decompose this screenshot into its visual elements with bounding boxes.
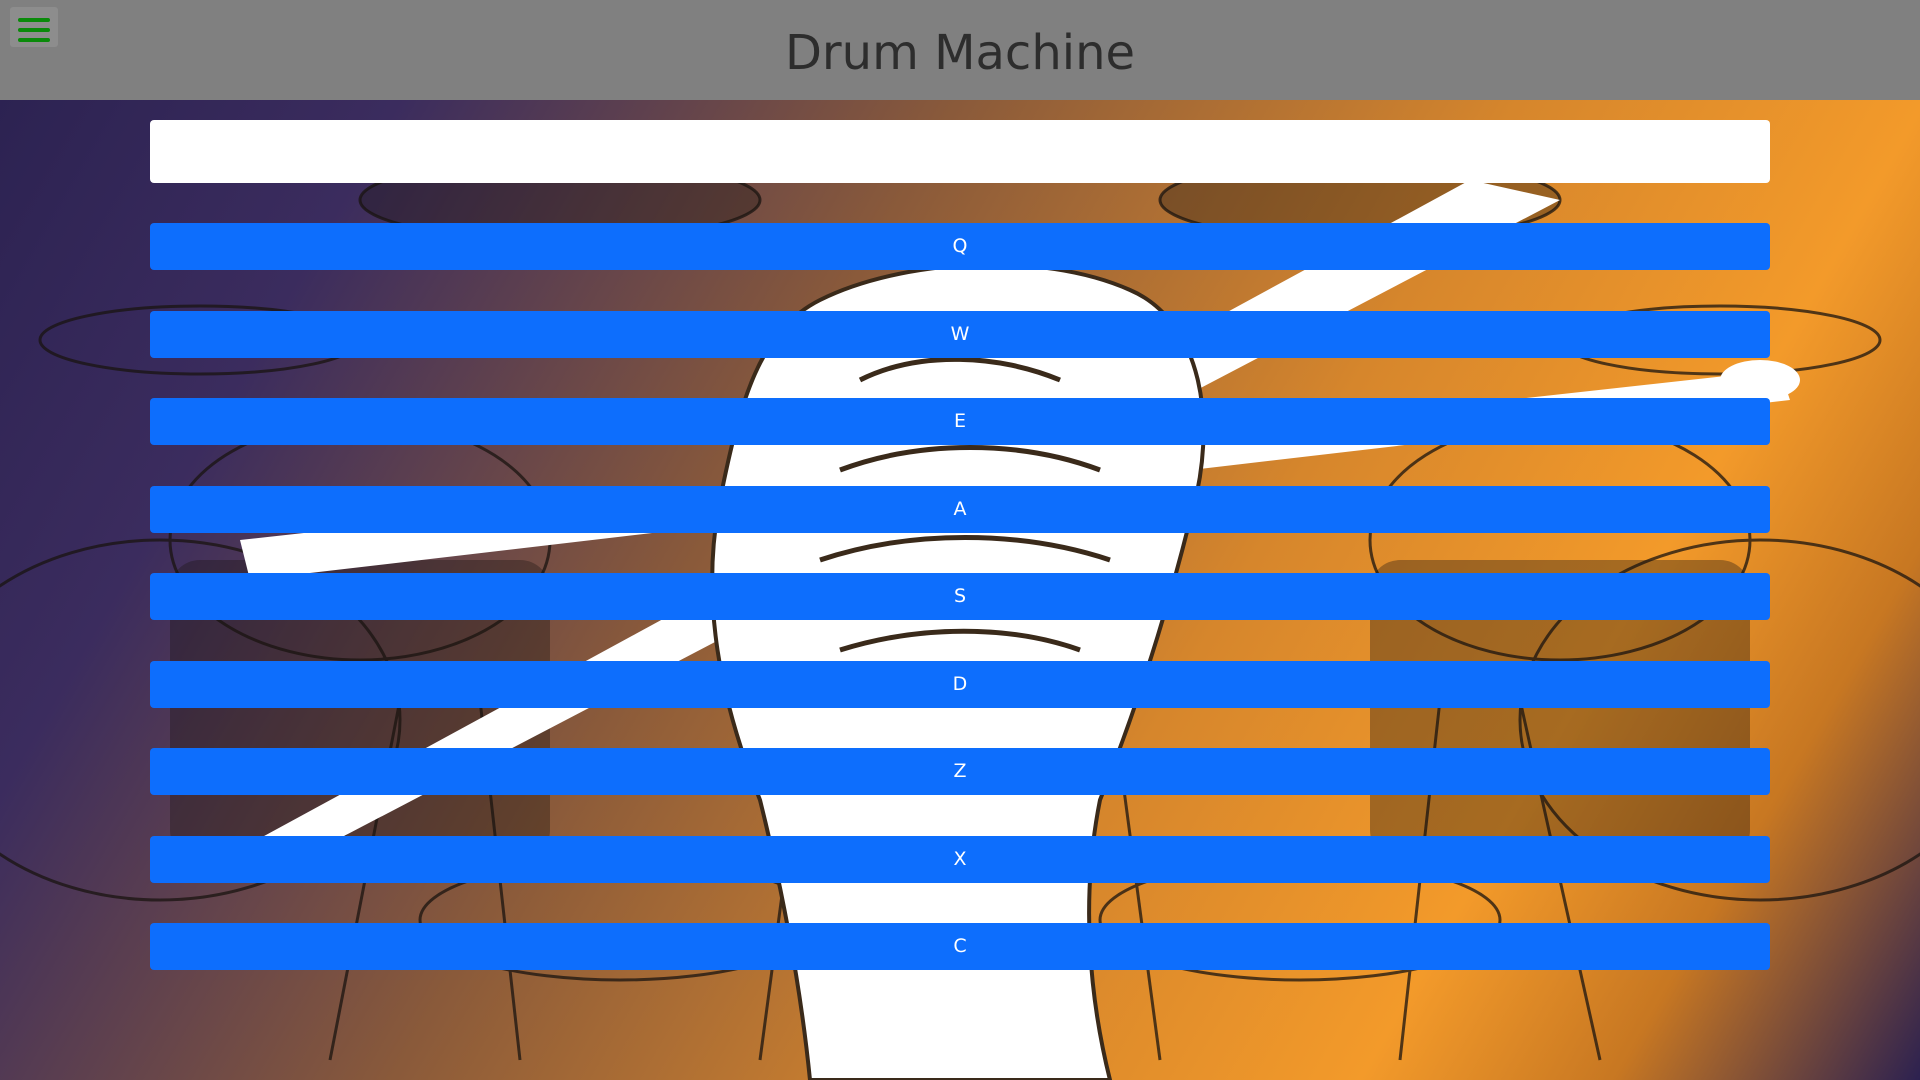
drum-machine: Q W E A S D Z X C xyxy=(150,120,1770,1011)
app-header: Drum Machine xyxy=(0,0,1920,100)
drum-pad-w[interactable]: W xyxy=(150,310,1770,358)
drum-pad-e[interactable]: E xyxy=(150,398,1770,445)
drum-pad-s[interactable]: S xyxy=(150,573,1770,620)
drum-pad-c[interactable]: C xyxy=(150,923,1770,970)
drum-pads: Q W E A S D Z X C xyxy=(150,223,1770,970)
sound-display xyxy=(150,120,1770,183)
drum-machine-page: Drum Machine Q W E A S D Z X C xyxy=(0,0,1920,1080)
page-title: Drum Machine xyxy=(784,25,1136,81)
drum-pad-z[interactable]: Z xyxy=(150,748,1770,795)
drum-pad-q[interactable]: Q xyxy=(150,223,1770,270)
drum-pad-x[interactable]: X xyxy=(150,835,1770,883)
drum-pad-d[interactable]: D xyxy=(150,660,1770,708)
drum-pad-a[interactable]: A xyxy=(150,485,1770,533)
